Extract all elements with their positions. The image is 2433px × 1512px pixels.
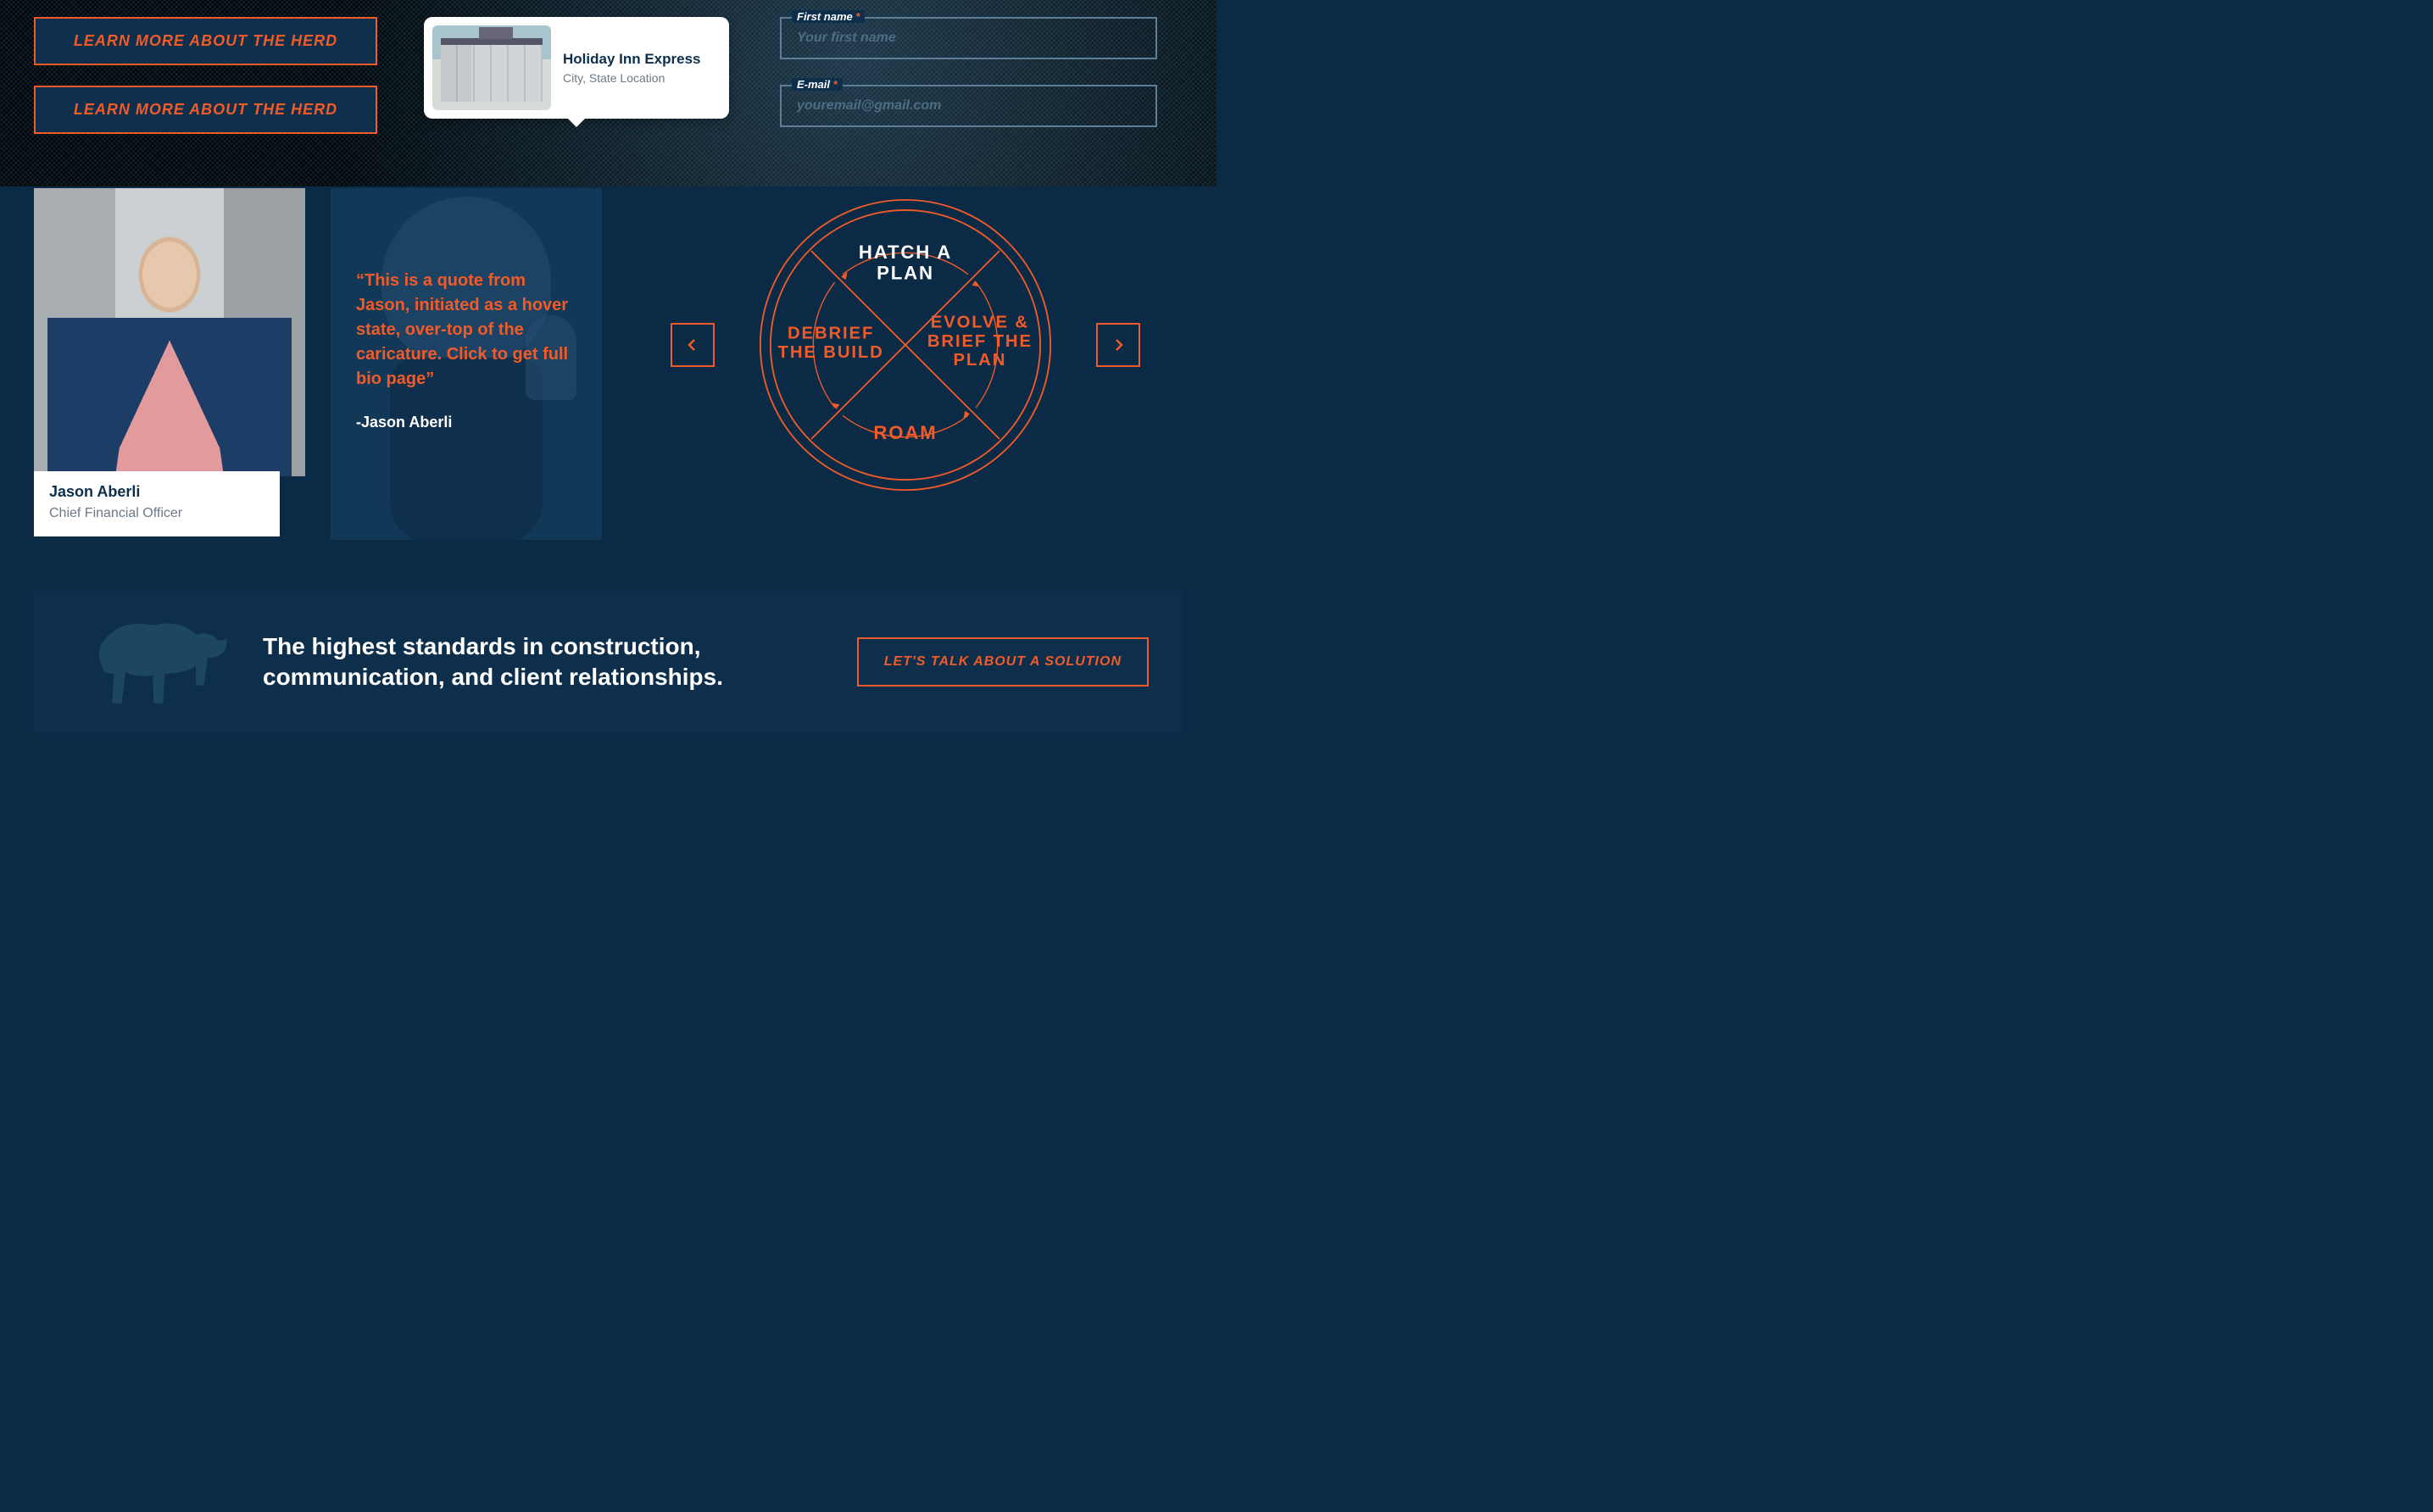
footer-headline: The highest standards in construction, c… (263, 631, 832, 693)
compass-top-1: HATCH A (858, 242, 951, 263)
person-card[interactable]: Jason Aberli Chief Financial Officer (34, 188, 305, 536)
email-group: E-mail * (780, 85, 1157, 127)
compass-right-1: EVOLVE & (930, 314, 1028, 332)
footer-cta-band: The highest standards in construction, c… (34, 591, 1183, 733)
compass-left-2: THE BUILD (777, 343, 883, 362)
compass-top-2: PLAN (877, 262, 934, 283)
quote-attribution: -Jason Aberli (356, 414, 576, 431)
chevron-right-icon (1111, 338, 1125, 352)
location-popup-card[interactable]: Holiday Inn Express City, State Location (424, 17, 729, 119)
location-popup-text: Holiday Inn Express City, State Location (563, 51, 701, 85)
compass-left-1: DEBRIEF (788, 325, 874, 343)
learn-more-button-1[interactable]: LEARN MORE ABOUT THE HERD (34, 17, 377, 65)
first-name-input[interactable] (780, 17, 1157, 59)
next-arrow-button[interactable] (1096, 323, 1140, 367)
location-subtitle: City, State Location (563, 71, 701, 85)
quote-text: “This is a quote from Jason, initiated a… (356, 269, 576, 392)
chevron-left-icon (686, 338, 699, 352)
email-label: E-mail * (792, 78, 843, 91)
process-compass-diagram: HATCH A PLAN EVOLVE & BRIEF THE PLAN ROA… (749, 188, 1062, 502)
location-title: Holiday Inn Express (563, 51, 701, 68)
email-input[interactable] (780, 85, 1157, 127)
bison-icon (76, 611, 237, 713)
compass-section: HATCH A PLAN EVOLVE & BRIEF THE PLAN ROA… (627, 188, 1183, 502)
learn-more-button-2[interactable]: LEARN MORE ABOUT THE HERD (34, 86, 377, 134)
quote-card[interactable]: “This is a quote from Jason, initiated a… (331, 188, 602, 540)
person-photo (34, 188, 305, 476)
first-name-label: First name * (792, 10, 865, 23)
footer-cta-button[interactable]: LET'S TALK ABOUT A SOLUTION (857, 637, 1149, 687)
contact-form: First name * E-mail * (780, 17, 1183, 153)
person-role: Chief Financial Officer (49, 506, 264, 521)
person-name: Jason Aberli (49, 483, 264, 501)
person-label-box: Jason Aberli Chief Financial Officer (34, 471, 280, 536)
prev-arrow-button[interactable] (671, 323, 715, 367)
location-thumbnail (432, 25, 551, 110)
compass-right-3: PLAN (953, 351, 1006, 370)
first-name-group: First name * (780, 17, 1157, 59)
top-buttons-group: LEARN MORE ABOUT THE HERD LEARN MORE ABO… (34, 17, 390, 154)
compass-right-2: BRIEF THE (927, 332, 1032, 351)
compass-bottom: ROAM (873, 422, 937, 443)
